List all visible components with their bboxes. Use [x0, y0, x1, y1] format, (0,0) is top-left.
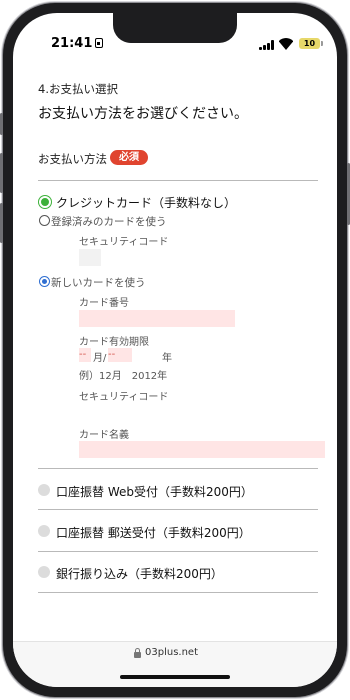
status-time: 21:41: [51, 36, 93, 51]
credit-card-radio[interactable]: [39, 196, 51, 208]
card-name-label: カード名義: [79, 430, 129, 441]
page-heading: お支払い方法をお選びください。: [38, 106, 248, 122]
step-title: 4.お支払い選択: [38, 82, 118, 96]
expiry-year-value: --: [108, 349, 116, 360]
wifi-icon: [279, 38, 293, 50]
registered-card-radio[interactable]: [39, 215, 50, 226]
status-bar: 21:41 10: [13, 13, 337, 61]
divider: [38, 509, 318, 510]
required-badge: 必須: [110, 150, 148, 165]
card-number-label: カード番号: [79, 298, 129, 309]
security-code-input[interactable]: [79, 404, 101, 421]
registered-security-code-input[interactable]: [79, 249, 101, 266]
expiry-month-unit: 月/: [93, 353, 107, 364]
phone-screen: 21:41 10 4.お支払い選択 お支払い方法をお選びください。 お支払い方法…: [13, 13, 337, 687]
id-card-icon: [95, 38, 103, 48]
web-transfer-label[interactable]: 口座振替 Web受付（手数料200円）: [56, 483, 253, 500]
mute-switch: [0, 113, 3, 135]
phone-frame: 21:41 10 4.お支払い選択 お支払い方法をお選びください。 お支払い方法…: [0, 3, 350, 697]
divider: [38, 592, 318, 593]
divider: [38, 180, 318, 181]
notch: [113, 13, 237, 43]
home-indicator[interactable]: [120, 675, 230, 679]
new-card-radio[interactable]: [39, 276, 50, 287]
mail-transfer-radio[interactable]: [38, 525, 50, 537]
volume-up-button: [0, 153, 3, 193]
payment-method-label: お支払い方法: [38, 152, 107, 166]
mail-transfer-label[interactable]: 口座振替 郵送受付（手数料200円）: [56, 524, 251, 541]
url-text[interactable]: 03plus.net: [145, 647, 198, 658]
expiry-year-unit: 年: [162, 353, 172, 364]
volume-down-button: [0, 203, 3, 243]
expiry-example: 例）12月 2012年: [79, 371, 168, 382]
divider: [38, 551, 318, 552]
credit-card-label[interactable]: クレジットカード（手数料なし）: [56, 194, 236, 211]
registered-security-code-label: セキュリティコード: [79, 237, 169, 248]
cellular-signal-icon: [259, 40, 275, 50]
browser-url-bar[interactable]: 03plus.net: [13, 641, 337, 687]
security-code-label: セキュリティコード: [79, 392, 169, 403]
new-card-label[interactable]: 新しいカードを使う: [51, 275, 146, 290]
expiry-label: カード有効期限: [79, 337, 149, 348]
divider: [38, 468, 318, 469]
expiry-month-value: --: [79, 349, 87, 360]
card-name-input[interactable]: [79, 441, 325, 458]
lock-icon: [134, 648, 141, 658]
registered-card-label[interactable]: 登録済みのカードを使う: [51, 214, 167, 229]
battery-icon: 10: [299, 38, 323, 49]
bank-transfer-radio[interactable]: [38, 566, 50, 578]
card-number-input[interactable]: [79, 310, 235, 327]
bank-transfer-label[interactable]: 銀行振り込み（手数料200円）: [56, 565, 223, 582]
web-transfer-radio[interactable]: [38, 484, 50, 496]
